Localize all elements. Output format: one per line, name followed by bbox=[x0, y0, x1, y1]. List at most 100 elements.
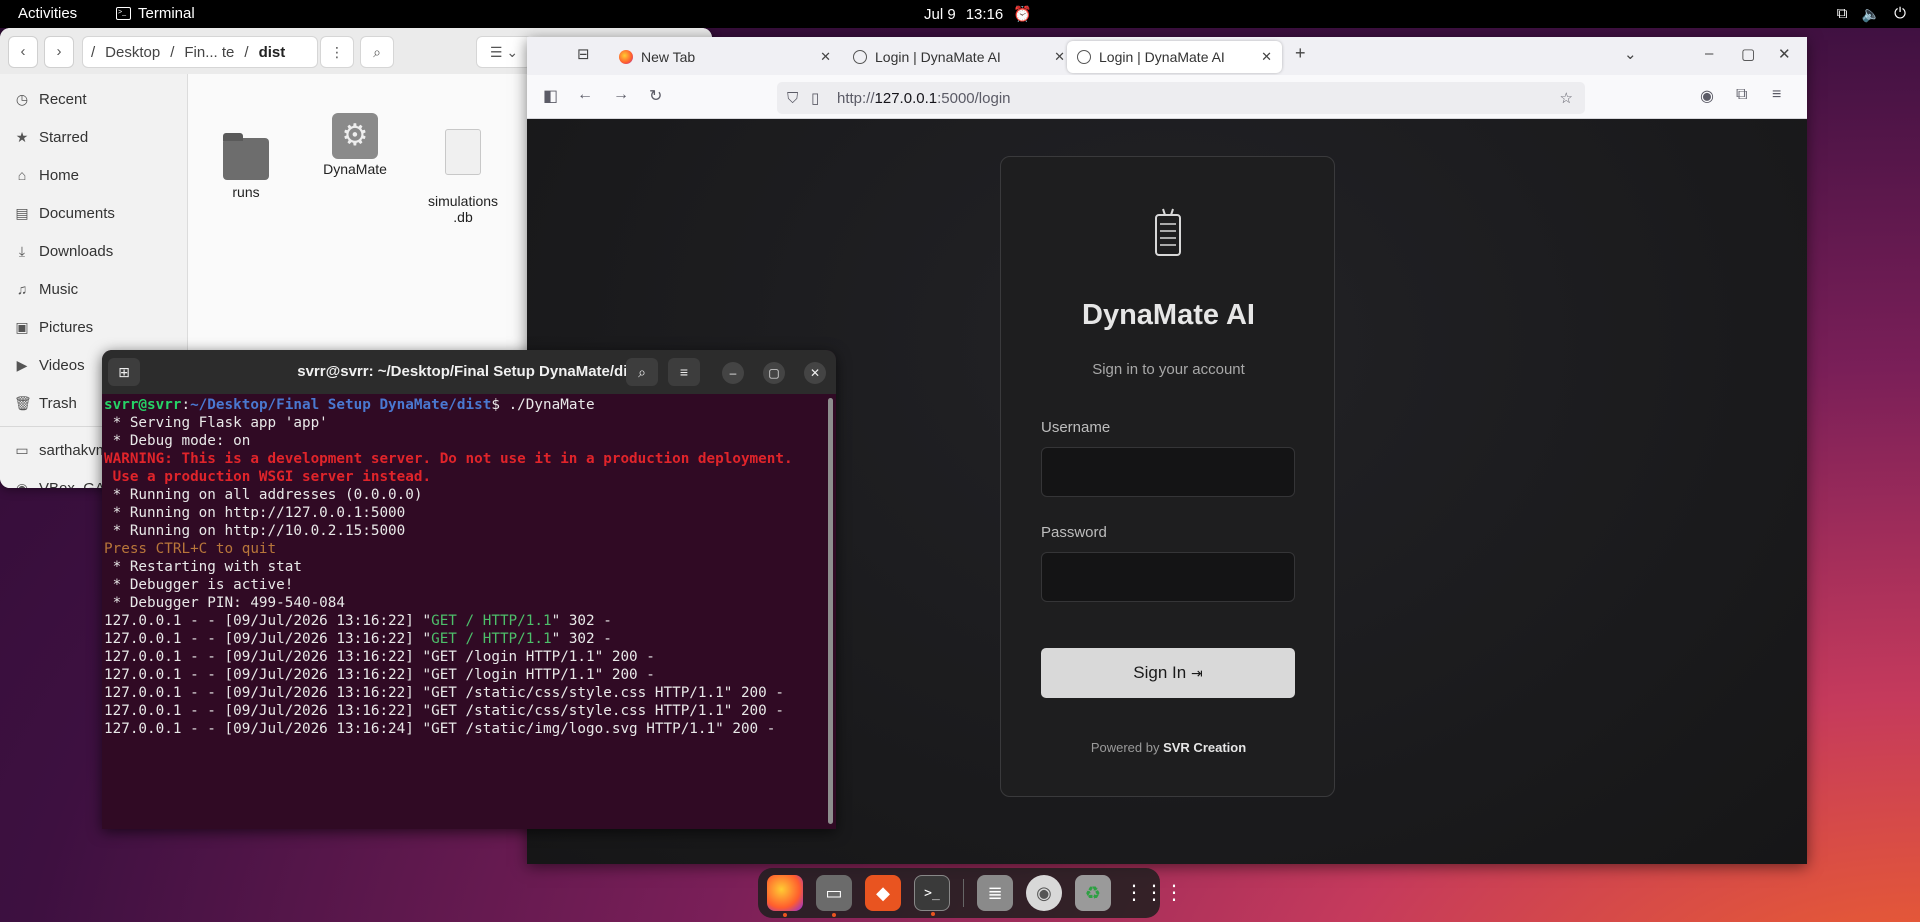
tab-title: Login | DynaMate AI bbox=[1099, 49, 1225, 65]
app-grid-icon[interactable]: ⋮⋮⋮ bbox=[1124, 875, 1184, 911]
path-menu-button[interactable]: ⋮ bbox=[320, 36, 354, 68]
files-icon[interactable]: ▭ bbox=[816, 875, 852, 917]
download-icon: ⤓ bbox=[18, 242, 26, 259]
clock-icon: ◷ bbox=[15, 90, 29, 107]
sidebar-item-documents[interactable]: ▤ Documents bbox=[0, 194, 187, 232]
warning-line: WARNING: This is a development server. D… bbox=[104, 451, 793, 467]
output-line: * Restarting with stat bbox=[104, 559, 302, 575]
tab-title: New Tab bbox=[641, 49, 696, 65]
minimize-icon[interactable]: – bbox=[1705, 45, 1713, 62]
request-prefix: 127.0.0.1 - - [09/Jul/2026 13:16:22] " bbox=[104, 631, 432, 647]
sidebar-item-recent[interactable]: ◷ Recent bbox=[0, 80, 187, 118]
clock[interactable]: Jul 9 13:16 ⏰ bbox=[924, 5, 1032, 24]
path-segment[interactable]: Desktop bbox=[105, 44, 160, 61]
minimize-button[interactable]: – bbox=[722, 362, 744, 384]
document-icon bbox=[445, 129, 481, 175]
star-icon: ★ bbox=[15, 128, 29, 145]
bookmark-star-icon[interactable]: ☆ bbox=[1560, 89, 1573, 107]
menu-button[interactable]: ≡ bbox=[668, 358, 700, 386]
tab-login[interactable]: Login | DynaMate AI ✕ bbox=[843, 41, 1075, 73]
close-icon[interactable]: ✕ bbox=[820, 49, 831, 65]
folder-icon bbox=[223, 133, 269, 180]
path-separator: / bbox=[91, 43, 96, 61]
maximize-icon[interactable]: ▢ bbox=[1741, 45, 1755, 63]
file-item-db[interactable]: simulations .db bbox=[418, 113, 508, 241]
search-icon: ⌕ bbox=[373, 44, 381, 60]
path-separator: / bbox=[170, 43, 175, 61]
search-button[interactable]: ⌕ bbox=[360, 36, 394, 68]
close-icon[interactable]: ✕ bbox=[1054, 49, 1065, 65]
file-item-folder[interactable]: runs bbox=[201, 133, 291, 200]
minimize-icon: – bbox=[729, 366, 737, 380]
reload-icon[interactable]: ↻ bbox=[649, 86, 662, 106]
trash-icon: 🗑 bbox=[14, 394, 32, 411]
search-button[interactable]: ⌕ bbox=[626, 358, 658, 386]
video-icon: ▶ bbox=[16, 356, 28, 373]
password-input[interactable] bbox=[1041, 552, 1295, 602]
drive-icon: ▭ bbox=[15, 441, 29, 458]
sign-in-button[interactable]: Sign In ⇥ bbox=[1041, 648, 1295, 698]
new-tab-button[interactable]: + bbox=[1295, 43, 1306, 64]
app-center-icon[interactable]: ◆ bbox=[865, 875, 901, 911]
menu-icon[interactable]: ≡ bbox=[1772, 86, 1781, 104]
forward-button[interactable]: › bbox=[44, 36, 74, 68]
terminal-output[interactable]: svrr@svrr:~/Desktop/Final Setup DynaMate… bbox=[104, 396, 826, 738]
back-button[interactable]: ‹ bbox=[8, 36, 38, 68]
path-separator: / bbox=[244, 43, 249, 61]
list-tabs-icon[interactable]: ⌄ bbox=[1624, 45, 1637, 63]
url-host: 127.0.0.1 bbox=[874, 89, 938, 107]
home-icon: ⌂ bbox=[17, 167, 27, 183]
maximize-button[interactable]: ▢ bbox=[763, 362, 785, 384]
path-segment-current[interactable]: dist bbox=[259, 44, 286, 61]
nav-bar: ◧ ← → ↻ ⛉ ▯ http://127.0.0.1:5000/login … bbox=[527, 75, 1807, 119]
path-bar[interactable]: / Desktop / Fin... te / dist bbox=[82, 36, 318, 68]
file-name: simulations .db bbox=[427, 193, 499, 225]
view-toggle-button[interactable]: ☰ ⌄ bbox=[476, 36, 532, 68]
music-icon: ♫ bbox=[16, 281, 28, 297]
sidebar-item-music[interactable]: ♫ Music bbox=[0, 270, 187, 308]
close-icon[interactable]: ✕ bbox=[1261, 49, 1272, 65]
terminal-icon[interactable]: >_ bbox=[914, 875, 950, 916]
app-menu[interactable]: >_ Terminal bbox=[116, 5, 195, 22]
warning-line: Use a production WSGI server instead. bbox=[104, 469, 432, 485]
top-bar: Activities >_ Terminal Jul 9 13:16 ⏰ ⧉ 🔈… bbox=[0, 0, 1920, 28]
sidebar-item-label: Home bbox=[39, 166, 80, 184]
gear-icon: ⚙ bbox=[332, 113, 378, 159]
terminal-icon: >_ bbox=[116, 7, 131, 20]
firefox-icon[interactable] bbox=[767, 875, 803, 917]
trash-icon[interactable]: ♻ bbox=[1075, 875, 1111, 911]
sidebar-item-starred[interactable]: ★ Starred bbox=[0, 118, 187, 156]
tab-new-tab[interactable]: New Tab ✕ bbox=[609, 41, 841, 73]
system-tray[interactable]: ⧉ 🔈 ⏻ bbox=[1837, 5, 1906, 23]
disc-icon[interactable]: ◉ bbox=[1026, 875, 1062, 911]
close-button[interactable]: ✕ bbox=[804, 362, 826, 384]
terminal-scrollbar[interactable] bbox=[828, 398, 833, 824]
sidebar-icon[interactable]: ◧ bbox=[543, 86, 558, 106]
forward-icon[interactable]: → bbox=[613, 86, 629, 104]
tab-bar: ⊟ New Tab ✕ Login | DynaMate AI ✕ Login … bbox=[527, 37, 1807, 75]
extensions-icon[interactable]: ⧉ bbox=[1736, 86, 1747, 104]
dock: ▭ ◆ >_ ≣ ◉ ♻ ⋮⋮⋮ bbox=[758, 868, 1184, 918]
path-segment[interactable]: Fin... te bbox=[184, 44, 234, 61]
tab-overview-icon[interactable]: ⊟ bbox=[577, 45, 590, 63]
account-icon[interactable]: ◉ bbox=[1700, 86, 1714, 106]
username-input[interactable] bbox=[1041, 447, 1295, 497]
sidebar-item-downloads[interactable]: ⤓ Downloads bbox=[0, 232, 187, 270]
close-window-icon[interactable]: ✕ bbox=[1778, 45, 1791, 63]
dock-divider bbox=[963, 879, 964, 907]
tab-login-active[interactable]: Login | DynaMate AI ✕ bbox=[1067, 41, 1282, 73]
file-item-executable[interactable]: ⚙ DynaMate bbox=[310, 113, 400, 177]
sidebar-item-pictures[interactable]: ▣ Pictures bbox=[0, 308, 187, 346]
kebab-icon: ⋮ bbox=[330, 44, 344, 60]
output-line: * Serving Flask app 'app' bbox=[104, 415, 328, 431]
power-icon: ⏻ bbox=[1894, 5, 1906, 22]
back-icon[interactable]: ← bbox=[577, 86, 593, 104]
file-name: DynaMate bbox=[323, 161, 387, 177]
request-log-line: 127.0.0.1 - - [09/Jul/2026 13:16:22] "GE… bbox=[104, 703, 784, 719]
request-log-line: 127.0.0.1 - - [09/Jul/2026 13:16:24] "GE… bbox=[104, 721, 776, 737]
activities-button[interactable]: Activities bbox=[18, 5, 77, 22]
text-editor-icon[interactable]: ≣ bbox=[977, 875, 1013, 911]
sidebar-item-home[interactable]: ⌂ Home bbox=[0, 156, 187, 194]
url-bar[interactable]: ⛉ ▯ http://127.0.0.1:5000/login ☆ bbox=[777, 82, 1585, 114]
terminal-window[interactable]: ⊞ svrr@svrr: ~/Desktop/Final Setup DynaM… bbox=[102, 350, 836, 829]
